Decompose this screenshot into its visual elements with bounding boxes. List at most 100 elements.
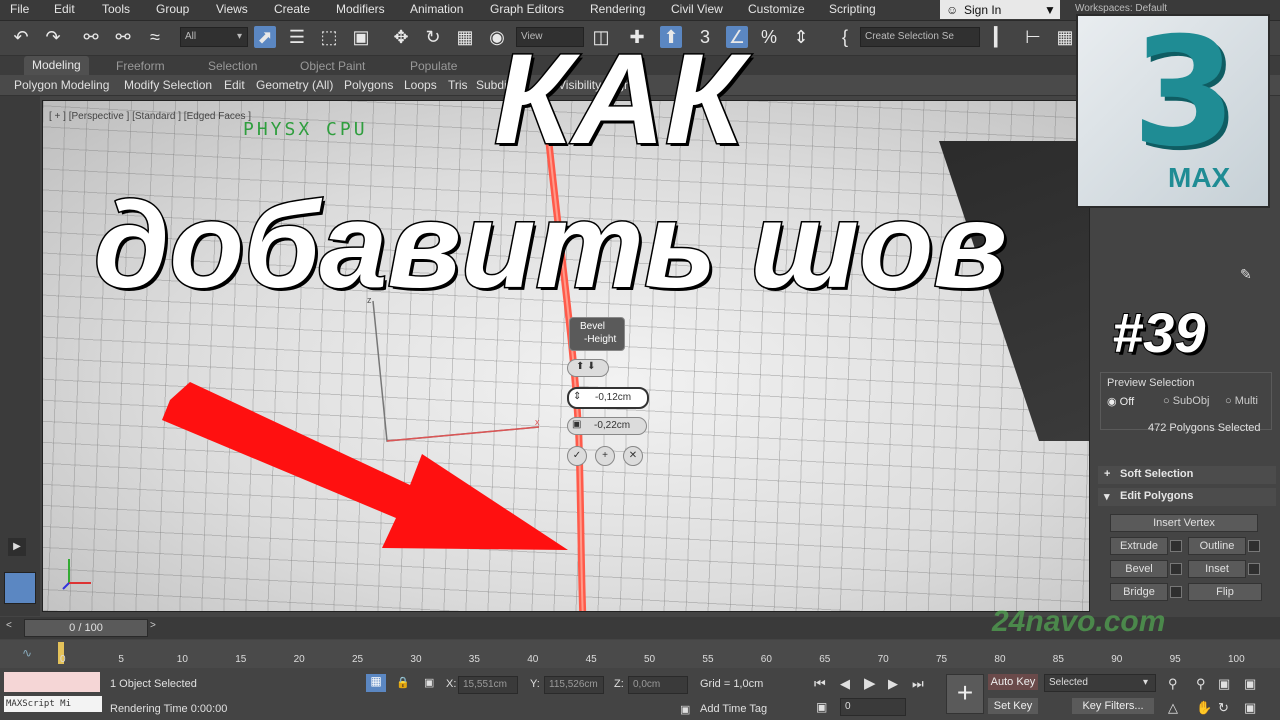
time-slider-thumb[interactable]: 0 / 100 [24,619,148,637]
menu-graph-editors[interactable]: Graph Editors [490,2,564,16]
maximize-viewport-icon[interactable]: ▣ [1244,700,1256,716]
selected-key-dropdown[interactable]: Selected ▾ [1044,674,1156,692]
align-icon[interactable]: ⊢ [1022,26,1044,48]
go-to-end-icon[interactable]: ⏭ [912,676,924,692]
add-time-tag[interactable]: Add Time Tag [700,703,767,715]
zoom-icon[interactable]: ⚲ [1168,676,1178,692]
menu-animation[interactable]: Animation [410,2,463,16]
unlink-icon[interactable]: ⚯ [112,26,134,48]
orbit-icon[interactable]: ↻ [1218,700,1229,716]
menu-customize[interactable]: Customize [748,2,805,16]
key-mode-icon[interactable]: ▣ [816,700,827,714]
menu-modifiers[interactable]: Modifiers [336,2,385,16]
bevel-type-group[interactable]: ⬆ ⬇ [567,359,609,377]
menu-scripting[interactable]: Scripting [829,2,876,16]
prev-frame-icon[interactable]: < [6,620,20,634]
maxscript-mini-listener[interactable]: MAXScript Mi [4,696,102,712]
configure-icon[interactable]: ✎ [1240,266,1252,283]
menu-create[interactable]: Create [274,2,310,16]
named-selection-dropdown[interactable]: Create Selection Se [860,27,980,47]
extrude-settings-icon[interactable] [1170,540,1182,552]
panel-geometry-all[interactable]: Geometry (All) [256,78,333,92]
set-key-button[interactable]: Set Key [988,698,1038,714]
preview-off-radio[interactable]: ◉ Off [1107,395,1134,408]
spinner-snap-icon[interactable]: ⇕ [790,26,812,48]
apply-continue-icon[interactable]: + [595,446,615,466]
panel-tris[interactable]: Tris [448,78,468,92]
edit-named-selection-icon[interactable]: { [834,26,856,48]
outline-button[interactable]: Outline [1188,537,1246,555]
window-crossing-icon[interactable]: ▣ [350,26,372,48]
inset-settings-icon[interactable] [1248,563,1260,575]
mirror-icon[interactable]: ▎ [990,26,1012,48]
maxscript-listener-pink[interactable] [4,672,100,692]
menu-views[interactable]: Views [216,2,248,16]
pan-icon[interactable]: ✋ [1196,700,1212,716]
flip-button[interactable]: Flip [1188,583,1262,601]
menu-group[interactable]: Group [156,2,189,16]
select-object-icon[interactable]: ⬈ [254,26,276,48]
select-by-name-icon[interactable]: ☰ [286,26,308,48]
tab-modeling[interactable]: Modeling [24,56,89,75]
panel-edit[interactable]: Edit [224,78,245,92]
menu-civil-view[interactable]: Civil View [671,2,723,16]
redo-icon[interactable]: ↷ [42,26,64,48]
bridge-settings-icon[interactable] [1170,586,1182,598]
absolute-mode-icon[interactable]: ▣ [424,676,434,689]
z-coordinate-field[interactable]: 0,0cm [628,676,688,694]
viewport-label[interactable]: [ + ] [Perspective ] [Standard ] [Edged … [49,111,251,122]
track-bar[interactable]: ∿ 0 5 10 15 20 25 30 35 40 45 50 55 60 65 70 75 80 85 90 95… [0,640,1280,668]
zoom-all-icon[interactable]: ⚲ [1196,676,1206,692]
move-icon[interactable]: ✥ [390,26,412,48]
menu-file[interactable]: File [10,2,29,16]
x-coordinate-field[interactable]: 15,551cm [458,676,518,694]
tab-freeform[interactable]: Freeform [116,59,165,73]
play-animation-icon[interactable]: ▶ [864,674,876,692]
bridge-button[interactable]: Bridge [1110,583,1168,601]
key-filters-button[interactable]: Key Filters... [1072,698,1154,714]
selection-filter-dropdown[interactable]: All ▾ [180,27,248,47]
tab-object-paint[interactable]: Object Paint [300,59,365,73]
preview-subobj-radio[interactable]: ○ SubObj [1163,395,1209,407]
bind-space-warp-icon[interactable]: ≈ [144,26,166,48]
current-frame-field[interactable]: 0 [840,698,906,716]
auto-key-button[interactable]: Auto Key [988,674,1038,690]
bevel-settings-icon[interactable] [1170,563,1182,575]
insert-vertex-button[interactable]: Insert Vertex [1110,514,1258,532]
link-icon[interactable]: ⚯ [80,26,102,48]
panel-polygons[interactable]: Polygons [344,78,393,92]
set-keys-icon[interactable]: + [946,674,984,714]
scale-icon[interactable]: ▦ [454,26,476,48]
edit-polygons-rollout[interactable]: ▾ Edit Polygons [1098,488,1276,506]
menu-tools[interactable]: Tools [102,2,130,16]
lock-icon[interactable]: 🔒 [396,676,410,689]
soft-selection-rollout[interactable]: + Soft Selection [1098,466,1276,484]
curve-editor-icon[interactable]: ∿ [22,646,32,660]
field-of-view-icon[interactable]: △ [1168,700,1178,716]
inset-button[interactable]: Inset [1188,560,1246,578]
tab-populate[interactable]: Populate [410,59,457,73]
previous-key-icon[interactable]: ◀ [840,676,850,692]
sign-in-dropdown[interactable]: ☺ Sign In ▼ [940,0,1060,19]
viewport-layout-icon[interactable] [4,572,36,604]
percent-snap-icon[interactable]: % [758,26,780,48]
tab-selection[interactable]: Selection [208,59,257,73]
undo-icon[interactable]: ↶ [10,26,32,48]
layer-icon[interactable]: ▦ [1054,26,1076,48]
preview-multi-radio[interactable]: ○ Multi [1225,395,1258,407]
rectangular-selection-icon[interactable]: ⬚ [318,26,340,48]
next-frame-icon[interactable]: > [150,620,164,634]
y-coordinate-field[interactable]: 115,526cm [544,676,604,694]
caddy-title[interactable]: Bevel -Height [569,317,625,351]
panel-modify-selection[interactable]: Modify Selection [124,78,212,92]
isolate-selection-icon[interactable]: ▦ [366,674,386,692]
menu-rendering[interactable]: Rendering [590,2,645,16]
cancel-icon[interactable]: ✕ [623,446,643,466]
panel-polygon-modeling[interactable]: Polygon Modeling [14,78,109,92]
extrude-button[interactable]: Extrude [1110,537,1168,555]
menu-edit[interactable]: Edit [54,2,75,16]
go-to-start-icon[interactable]: ⏮ [814,676,826,692]
zoom-extents-all-icon[interactable]: ▣ [1244,676,1256,692]
play-icon[interactable]: ▶ [8,538,26,556]
bevel-button[interactable]: Bevel [1110,560,1168,578]
